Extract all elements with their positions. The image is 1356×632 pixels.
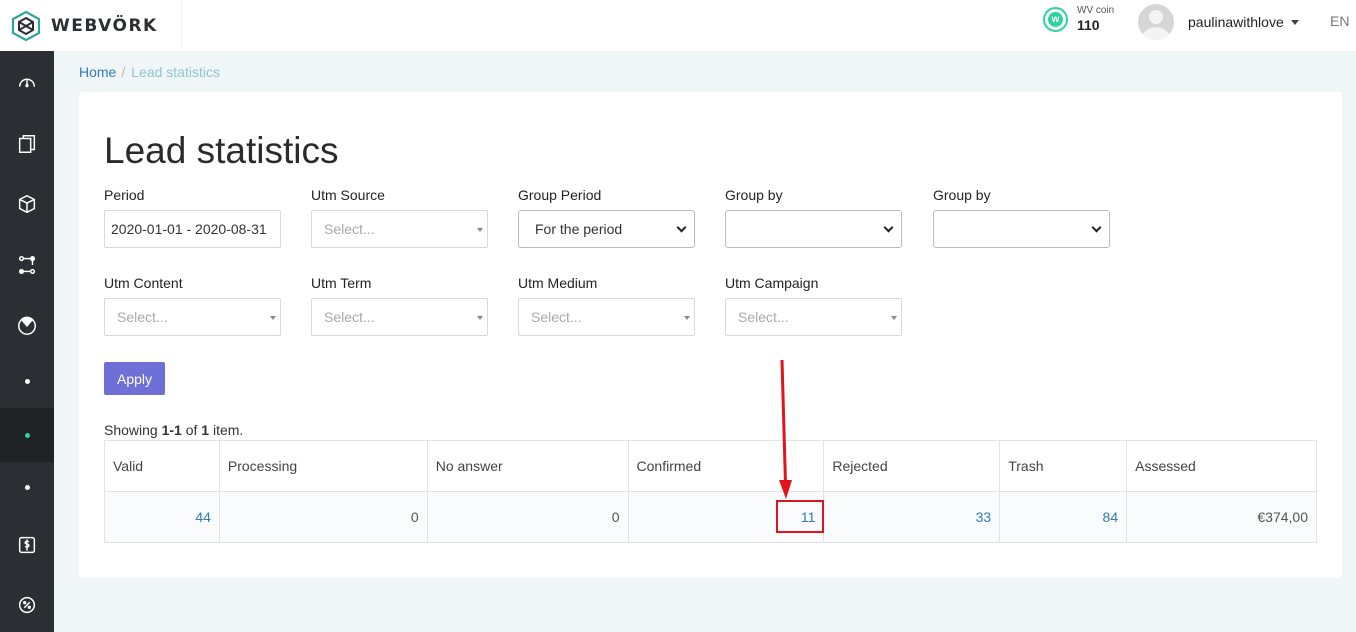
column-header-trash[interactable]: Trash bbox=[999, 440, 1128, 492]
utm-medium-select[interactable]: Select... bbox=[518, 298, 695, 336]
breadcrumb-home[interactable]: Home bbox=[79, 64, 116, 80]
wv-coin-balance: w WV coin 110 bbox=[1043, 5, 1114, 33]
column-header-no-answer[interactable]: No answer bbox=[426, 440, 629, 492]
sidebar-subitem-2-active[interactable] bbox=[0, 408, 54, 462]
cell-assessed: €374,00 bbox=[1126, 491, 1317, 543]
speedometer-icon bbox=[18, 78, 36, 88]
column-header-valid[interactable]: Valid bbox=[104, 440, 220, 492]
utm-term-select[interactable]: Select... bbox=[311, 298, 488, 336]
documents-icon bbox=[18, 135, 36, 153]
utm-campaign-label: Utm Campaign bbox=[725, 275, 819, 291]
period-input[interactable]: 2020-01-01 - 2020-08-31 bbox=[104, 210, 281, 248]
username[interactable]: paulinawithlove bbox=[1188, 14, 1284, 30]
period-value: 2020-01-01 - 2020-08-31 bbox=[111, 221, 267, 237]
breadcrumb: Home / Lead statistics bbox=[79, 64, 220, 80]
summary-of: of bbox=[185, 422, 198, 438]
dot-icon bbox=[24, 432, 30, 438]
language-switcher[interactable]: EN bbox=[1330, 13, 1349, 29]
group-by-1-select[interactable] bbox=[725, 210, 902, 248]
utm-content-label: Utm Content bbox=[104, 275, 183, 291]
cell-trash-link[interactable]: 84 bbox=[999, 491, 1128, 543]
chevron-down-icon bbox=[1091, 222, 1102, 233]
utm-medium-label: Utm Medium bbox=[518, 275, 598, 291]
utm-source-placeholder: Select... bbox=[324, 221, 375, 237]
sidebar bbox=[0, 51, 54, 632]
cell-processing: 0 bbox=[218, 491, 428, 543]
brand-logo[interactable]: WEBVÖRK bbox=[0, 0, 182, 51]
results-summary: Showing 1-1 of 1 item. bbox=[104, 422, 243, 438]
breadcrumb-current: Lead statistics bbox=[131, 64, 220, 80]
sidebar-subitem-3[interactable] bbox=[0, 460, 54, 514]
period-label: Period bbox=[104, 187, 145, 203]
utm-term-label: Utm Term bbox=[311, 275, 372, 291]
utm-campaign-select[interactable]: Select... bbox=[725, 298, 902, 336]
chevron-down-icon[interactable] bbox=[1290, 19, 1299, 25]
utm-campaign-placeholder: Select... bbox=[738, 309, 789, 325]
box-icon bbox=[18, 194, 36, 214]
utm-source-select[interactable]: Select... bbox=[311, 210, 488, 248]
dot-icon bbox=[24, 484, 30, 490]
utm-medium-placeholder: Select... bbox=[531, 309, 582, 325]
group-period-value: For the period bbox=[535, 221, 623, 237]
sidebar-item-statistics[interactable] bbox=[0, 298, 54, 352]
column-header-rejected[interactable]: Rejected bbox=[823, 440, 1001, 492]
group-by-2-label: Group by bbox=[933, 187, 991, 203]
utm-content-select[interactable]: Select... bbox=[104, 298, 281, 336]
flow-icon bbox=[18, 256, 36, 274]
sidebar-item-dashboard[interactable] bbox=[0, 55, 54, 109]
table-header-row: Valid Processing No answer Confirmed Rej… bbox=[104, 440, 1317, 492]
breadcrumb-separator: / bbox=[121, 64, 126, 80]
cell-rejected-link[interactable]: 33 bbox=[823, 491, 1001, 543]
dot-icon bbox=[24, 378, 30, 384]
column-header-assessed[interactable]: Assessed bbox=[1126, 440, 1317, 492]
group-period-select[interactable]: For the period bbox=[518, 210, 695, 248]
webvork-logo-icon bbox=[11, 10, 41, 41]
utm-content-placeholder: Select... bbox=[117, 309, 168, 325]
cell-confirmed-link[interactable]: 11 bbox=[627, 491, 825, 543]
cell-no-answer: 0 bbox=[426, 491, 629, 543]
coin-label: WV coin bbox=[1077, 5, 1115, 16]
pie-chart-icon bbox=[18, 316, 36, 335]
utm-term-placeholder: Select... bbox=[324, 309, 375, 325]
brand-name: WEBVÖRK bbox=[51, 15, 158, 36]
summary-prefix: Showing bbox=[104, 422, 158, 438]
coin-value: 110 bbox=[1077, 17, 1100, 33]
sidebar-item-flows[interactable] bbox=[0, 238, 54, 292]
main-card: Lead statistics Period 2020-01-01 - 2020… bbox=[79, 92, 1342, 578]
column-header-processing[interactable]: Processing bbox=[218, 440, 428, 492]
user-menu[interactable]: paulinawithlove bbox=[1138, 4, 1299, 40]
table-row: 44 0 0 11 33 84 €374,00 bbox=[104, 491, 1317, 543]
sidebar-item-settings[interactable] bbox=[0, 578, 54, 632]
group-period-label: Group Period bbox=[518, 187, 602, 203]
top-header: WEBVÖRK w WV coin 110 paulinawithlove EN bbox=[0, 0, 1356, 51]
column-header-confirmed[interactable]: Confirmed bbox=[627, 440, 825, 492]
dollar-icon bbox=[18, 536, 36, 554]
sidebar-item-offers[interactable] bbox=[0, 117, 54, 171]
chevron-down-icon bbox=[676, 222, 687, 233]
summary-total: 1 bbox=[201, 422, 210, 438]
utm-source-label: Utm Source bbox=[311, 187, 385, 203]
apply-button[interactable]: Apply bbox=[104, 362, 165, 395]
sidebar-item-products[interactable] bbox=[0, 177, 54, 231]
chevron-down-icon bbox=[883, 222, 894, 233]
page-title: Lead statistics bbox=[104, 130, 339, 171]
sidebar-subitem-1[interactable] bbox=[0, 354, 54, 408]
percent-gear-icon bbox=[18, 596, 36, 614]
cell-valid-link[interactable]: 44 bbox=[104, 491, 220, 543]
coin-icon: w bbox=[1043, 6, 1068, 32]
group-by-2-select[interactable] bbox=[933, 210, 1110, 248]
group-by-1-label: Group by bbox=[725, 187, 783, 203]
summary-suffix: item. bbox=[212, 422, 244, 438]
sidebar-item-finance[interactable] bbox=[0, 518, 54, 572]
avatar[interactable] bbox=[1138, 4, 1174, 40]
summary-range: 1-1 bbox=[161, 422, 182, 438]
lead-stats-table: Valid Processing No answer Confirmed Rej… bbox=[104, 440, 1317, 543]
